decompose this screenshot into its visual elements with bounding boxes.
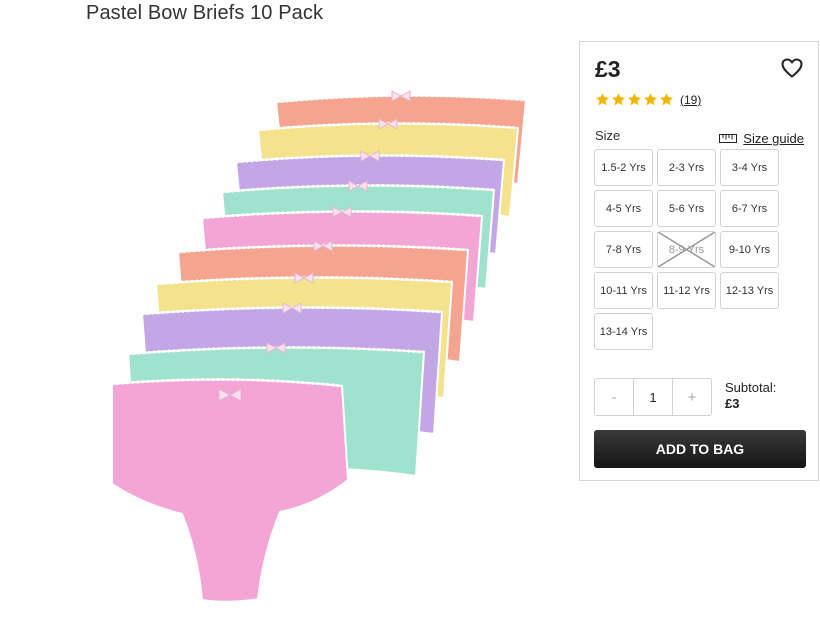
ruler-icon [719,134,738,143]
subtotal-label: Subtotal: [725,380,777,395]
product-image [111,90,528,603]
size-option-label: 3-4 Yrs [731,161,768,174]
star-icon [612,93,625,106]
star-icon [644,93,657,106]
size-guide-label: Size guide [743,131,804,146]
size-option-label: 13-14 Yrs [599,325,648,338]
size-option[interactable]: 10-11 Yrs [594,272,653,309]
size-option[interactable]: 13-14 Yrs [594,313,653,350]
quantity-decrease-button[interactable]: - [595,379,633,415]
star-icon [660,93,673,106]
heart-icon[interactable] [780,56,804,80]
size-option[interactable]: 12-13 Yrs [720,272,779,309]
size-option-label: 10-11 Yrs [600,284,647,297]
unavailable-strike [658,232,715,267]
quantity-stepper: - 1 + [594,378,712,416]
brief-front [111,378,350,603]
size-option-label: 4-5 Yrs [605,202,642,215]
size-selector: 1.5-2 Yrs 2-3 Yrs 3-4 Yrs 4-5 Yrs 5-6 Yrs 6-7… [594,149,784,350]
product-title: Pastel Bow Briefs 10 Pack [86,2,324,24]
size-option-label: 2-3 Yrs [668,161,705,174]
subtotal-value: £3 [725,396,740,411]
rating: (19) [595,92,701,107]
size-option[interactable]: 9-10 Yrs [720,231,779,268]
size-option[interactable]: 4-5 Yrs [594,190,653,227]
size-option-label: 7-8 Yrs [605,243,642,256]
add-to-bag-button[interactable]: ADD TO BAG [594,430,806,468]
reviews-link[interactable]: (19) [680,93,701,107]
size-option[interactable]: 11-12 Yrs [657,272,716,309]
size-guide-link[interactable]: Size guide [719,131,804,146]
purchase-panel: £3 (19) Size Size guide 1.5-2 Yrs 2-3 Yrs… [579,41,819,481]
size-option[interactable]: 3-4 Yrs [720,149,779,186]
size-option-label: 11-12 Yrs [663,284,710,297]
size-option[interactable]: 8-9 Yrs [657,231,716,268]
quantity-increase-button[interactable]: + [673,379,711,415]
size-option[interactable]: 5-6 Yrs [657,190,716,227]
size-option-label: 5-6 Yrs [668,202,705,215]
size-option[interactable]: 6-7 Yrs [720,190,779,227]
subtotal: Subtotal: £3 [725,380,776,412]
star-icon [628,93,641,106]
size-option-label: 12-13 Yrs [725,284,774,297]
size-option-label: 1.5-2 Yrs [601,161,646,174]
size-option-label: 9-10 Yrs [728,243,771,256]
size-label: Size [595,128,621,143]
star-icon [596,93,609,106]
size-option[interactable]: 7-8 Yrs [594,231,653,268]
size-option[interactable]: 2-3 Yrs [657,149,716,186]
size-option[interactable]: 1.5-2 Yrs [594,149,653,186]
size-option-label: 6-7 Yrs [731,202,768,215]
quantity-input[interactable]: 1 [633,379,673,415]
star-rating [595,92,675,107]
price: £3 [595,56,621,82]
